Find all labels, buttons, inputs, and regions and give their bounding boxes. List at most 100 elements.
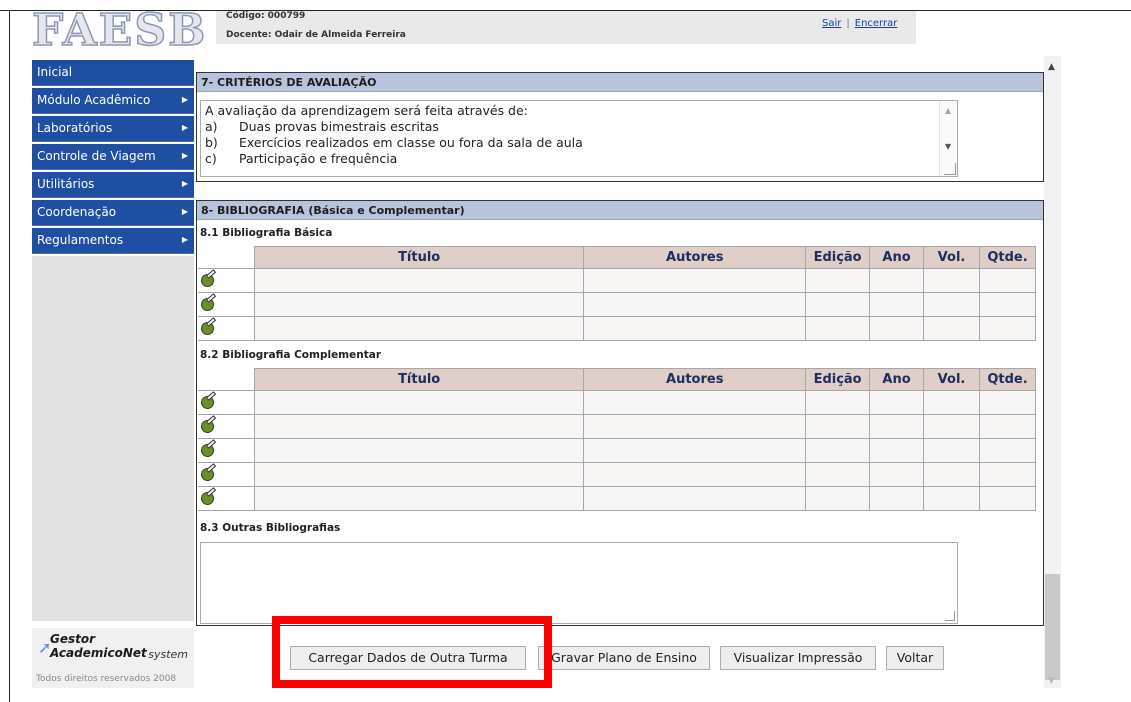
table-row bbox=[198, 316, 1037, 341]
table-cell bbox=[869, 390, 925, 415]
scroll-down-icon[interactable]: ▼ bbox=[945, 139, 951, 155]
blank-header-cell bbox=[198, 246, 255, 269]
table-cell bbox=[805, 414, 871, 439]
column-header-qtde: Qtde. bbox=[978, 368, 1037, 391]
sidebar-item-label: Utilitários bbox=[37, 177, 95, 191]
print-preview-button[interactable]: Visualizar Impressão bbox=[720, 646, 876, 670]
other-bibliography-title: 8.3 Outras Bibliografias bbox=[200, 522, 341, 534]
table-cell bbox=[805, 268, 871, 293]
scrollbar-thumb[interactable] bbox=[1045, 574, 1060, 680]
sidebar-item-utilitarios[interactable]: Utilitários ▶ bbox=[32, 172, 194, 198]
table-row bbox=[198, 438, 1037, 463]
table-cell bbox=[978, 462, 1037, 487]
blank-header-cell bbox=[198, 368, 255, 391]
table-cell bbox=[253, 438, 585, 463]
sidebar-item-regulamentos[interactable]: Regulamentos ▶ bbox=[32, 228, 194, 254]
edit-cell bbox=[198, 486, 255, 511]
page-frame: FAESB Código: 000799 Docente: Odair de A… bbox=[0, 0, 1131, 702]
chevron-right-icon: ▶ bbox=[181, 179, 188, 188]
sidebar-item-label: Controle de Viagem bbox=[37, 149, 156, 163]
column-header-titulo: Título bbox=[253, 246, 585, 269]
edit-pencil-icon[interactable] bbox=[201, 486, 217, 506]
column-header-edicao: Edição bbox=[805, 246, 871, 269]
edit-pencil-icon[interactable] bbox=[201, 438, 217, 458]
table-cell bbox=[583, 462, 807, 487]
complementary-bibliography-title: 8.2 Bibliografia Complementar bbox=[200, 349, 382, 361]
table-cell bbox=[869, 292, 925, 317]
close-link[interactable]: Encerrar bbox=[855, 18, 898, 29]
edit-cell bbox=[198, 316, 255, 341]
table-cell bbox=[923, 486, 980, 511]
save-plan-button[interactable]: Gravar Plano de Ensino bbox=[538, 646, 710, 670]
edit-cell bbox=[198, 292, 255, 317]
table-cell bbox=[923, 390, 980, 415]
criteria-intro: A avaliação da aprendizagem será feita a… bbox=[205, 103, 528, 118]
column-header-ano: Ano bbox=[869, 246, 925, 269]
table-cell bbox=[583, 486, 807, 511]
table-cell bbox=[253, 268, 585, 293]
table-cell bbox=[583, 268, 807, 293]
link-separator: | bbox=[846, 18, 850, 29]
sidebar-item-inicial[interactable]: Inicial bbox=[32, 60, 194, 86]
sidebar-item-laboratorios[interactable]: Laboratórios ▶ bbox=[32, 116, 194, 142]
table-cell bbox=[869, 316, 925, 341]
scroll-up-icon[interactable]: ▲ bbox=[945, 103, 951, 119]
teacher-name: Docente: Odair de Almeida Ferreira bbox=[226, 30, 406, 40]
table-cell bbox=[978, 268, 1037, 293]
basic-bibliography-title: 8.1 Bibliografia Básica bbox=[200, 227, 333, 239]
column-header-autores: Autores bbox=[583, 368, 807, 391]
table-cell bbox=[923, 268, 980, 293]
table-cell bbox=[583, 414, 807, 439]
edit-pencil-icon[interactable] bbox=[201, 292, 217, 312]
edit-pencil-icon[interactable] bbox=[201, 462, 217, 482]
criteria-item: b) Exercícios realizados em classe ou for… bbox=[205, 135, 583, 150]
complementary-bibliography-table: Título Autores Edição Ano Vol. Qtde. bbox=[198, 368, 1037, 511]
resize-grip-icon[interactable] bbox=[945, 611, 955, 621]
column-header-edicao: Edição bbox=[805, 368, 871, 391]
page-scrollbar[interactable]: ▲ ▼ bbox=[1044, 56, 1061, 688]
edit-pencil-icon[interactable] bbox=[201, 316, 217, 336]
column-header-titulo: Título bbox=[253, 368, 585, 391]
table-cell bbox=[869, 414, 925, 439]
sidebar-item-label: Regulamentos bbox=[37, 233, 124, 247]
column-header-vol: Vol. bbox=[923, 368, 980, 391]
section-title: 8- BIBLIOGRAFIA (Básica e Complementar) bbox=[197, 201, 1043, 220]
column-header-ano: Ano bbox=[869, 368, 925, 391]
chevron-right-icon: ▶ bbox=[181, 235, 188, 244]
sidebar-item-label: Módulo Acadêmico bbox=[37, 93, 151, 107]
sidebar-item-modulo-academico[interactable]: Módulo Acadêmico ▶ bbox=[32, 88, 194, 114]
sidebar-item-label: Inicial bbox=[37, 65, 73, 79]
table-cell bbox=[869, 486, 925, 511]
edit-pencil-icon[interactable] bbox=[201, 268, 217, 288]
sidebar-panel bbox=[32, 256, 194, 621]
back-button[interactable]: Voltar bbox=[886, 646, 944, 670]
criteria-textarea[interactable]: A avaliação da aprendizagem será feita a… bbox=[200, 100, 958, 177]
scroll-up-icon[interactable]: ▲ bbox=[1048, 62, 1055, 72]
table-cell bbox=[805, 462, 871, 487]
table-cell bbox=[978, 316, 1037, 341]
header-links: Sair | Encerrar bbox=[822, 18, 897, 29]
column-header-autores: Autores bbox=[583, 246, 807, 269]
table-cell bbox=[923, 292, 980, 317]
basic-bibliography-table: Título Autores Edição Ano Vol. Qtde. bbox=[198, 246, 1037, 341]
table-cell bbox=[253, 462, 585, 487]
scroll-down-icon[interactable]: ▼ bbox=[1048, 676, 1055, 686]
table-cell bbox=[805, 316, 871, 341]
chevron-right-icon: ▶ bbox=[181, 207, 188, 216]
sidebar-item-controle-de-viagem[interactable]: Controle de Viagem ▶ bbox=[32, 144, 194, 170]
other-bibliography-textarea[interactable] bbox=[200, 542, 958, 624]
logout-link[interactable]: Sair bbox=[822, 18, 841, 29]
gestor-brand-sub: system bbox=[148, 648, 188, 661]
table-cell bbox=[253, 390, 585, 415]
edit-pencil-icon[interactable] bbox=[201, 390, 217, 410]
resize-grip-icon[interactable] bbox=[944, 163, 956, 175]
table-cell bbox=[583, 438, 807, 463]
highlight-box bbox=[272, 616, 552, 688]
sidebar-item-coordenacao[interactable]: Coordenação ▶ bbox=[32, 200, 194, 226]
section-title: 7- CRITÉRIOS DE AVALIAÇÃO bbox=[197, 73, 1043, 92]
frame-border-left bbox=[9, 10, 10, 702]
table-cell bbox=[253, 316, 585, 341]
edit-pencil-icon[interactable] bbox=[201, 414, 217, 434]
table-cell bbox=[869, 268, 925, 293]
edit-cell bbox=[198, 414, 255, 439]
